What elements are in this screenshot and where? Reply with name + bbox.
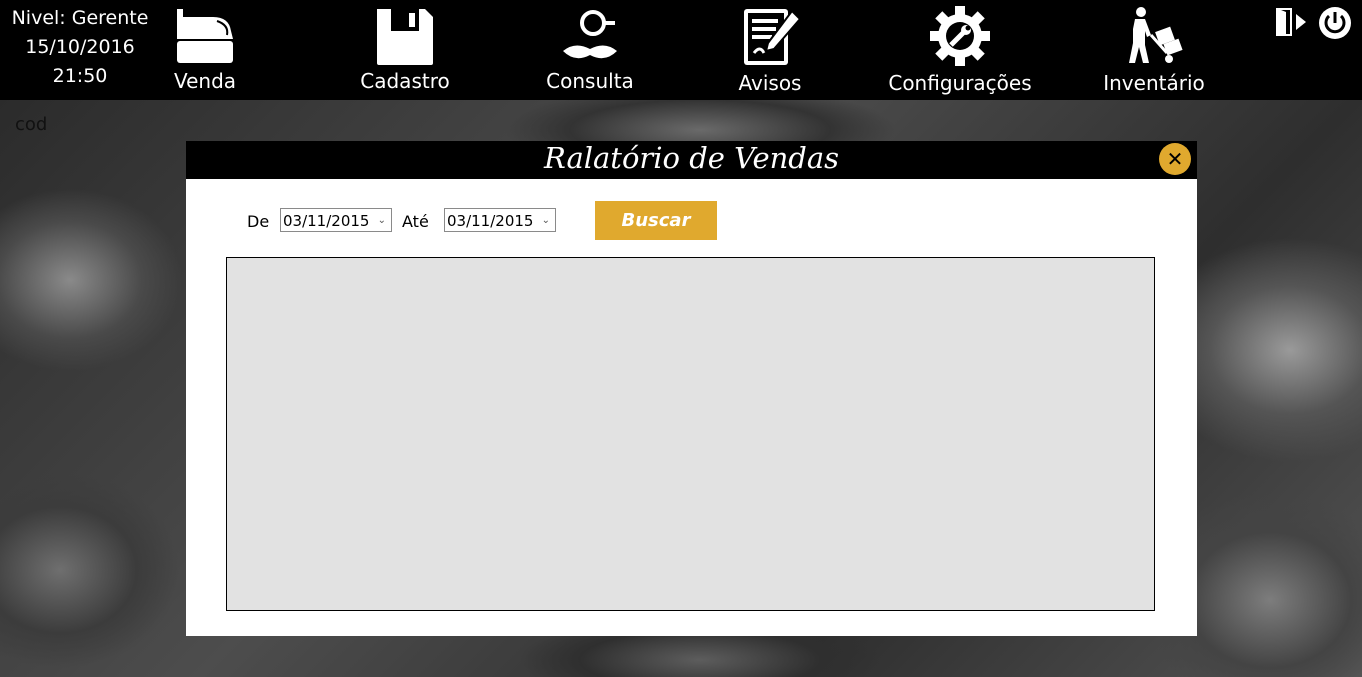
- to-date-select[interactable]: 03/11/2015 ⌄: [444, 208, 556, 232]
- nav-configuracoes[interactable]: Configurações: [880, 0, 1040, 100]
- chevron-down-icon: ⌄: [377, 215, 386, 226]
- to-label: Até: [402, 212, 429, 231]
- nav-inventario[interactable]: Inventário: [1094, 0, 1214, 100]
- hand-truck-icon: [1129, 7, 1183, 63]
- power-icon[interactable]: [1318, 6, 1352, 40]
- notepad-pen-icon: [744, 9, 802, 65]
- dialog-title: Ralatório de Vendas: [543, 141, 840, 175]
- from-label: De: [247, 212, 270, 231]
- search-button[interactable]: Buscar: [595, 201, 717, 240]
- gear-wrench-icon: [930, 6, 990, 66]
- dialog-title-bar: Ralatório de Vendas ✕: [186, 141, 1197, 179]
- nav-consulta[interactable]: Consulta: [535, 0, 645, 100]
- to-date-value: 03/11/2015: [447, 212, 534, 230]
- nav-cadastro[interactable]: Cadastro: [350, 0, 460, 100]
- nav-label: Configurações: [888, 71, 1032, 95]
- floppy-disk-icon: [377, 9, 433, 65]
- current-time: 21:50: [52, 65, 108, 87]
- nav-label: Inventário: [1103, 71, 1205, 95]
- results-grid[interactable]: [226, 257, 1155, 611]
- user-status: Nivel: Gerente 15/10/2016 21:50: [0, 4, 160, 91]
- logout-icon[interactable]: [1274, 6, 1308, 38]
- nav-label: Cadastro: [360, 69, 450, 93]
- close-icon: ✕: [1166, 147, 1184, 171]
- from-date-select[interactable]: 03/11/2015 ⌄: [280, 208, 392, 232]
- cash-register-icon: [177, 9, 233, 63]
- nav-label: Consulta: [546, 69, 634, 93]
- sales-report-dialog: Ralatório de Vendas ✕ De 03/11/2015 ⌄ At…: [186, 141, 1197, 636]
- user-level: Nivel: Gerente: [11, 7, 149, 29]
- from-date-value: 03/11/2015: [283, 212, 370, 230]
- nav-venda[interactable]: Venda: [165, 0, 245, 100]
- nav-label: Venda: [173, 69, 237, 93]
- top-bar: Nivel: Gerente 15/10/2016 21:50 Venda Ca…: [0, 0, 1362, 100]
- chevron-down-icon: ⌄: [541, 215, 550, 226]
- cod-label: cod: [15, 114, 48, 135]
- current-date: 15/10/2016: [25, 36, 135, 58]
- detective-icon: [563, 10, 617, 59]
- nav-avisos[interactable]: Avisos: [730, 0, 810, 100]
- close-button[interactable]: ✕: [1159, 143, 1191, 175]
- nav-label: Avisos: [738, 71, 802, 95]
